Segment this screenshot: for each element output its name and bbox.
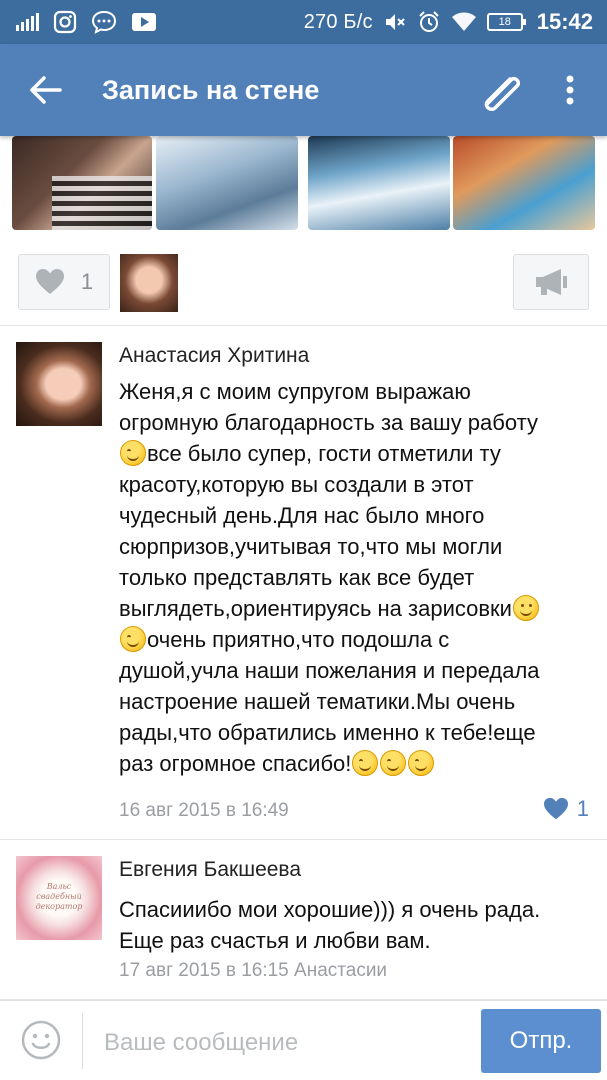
network-speed: 270 Б/с xyxy=(303,10,373,33)
emoji-button[interactable] xyxy=(20,1019,62,1061)
smile-emoji-icon xyxy=(120,626,146,652)
comment-like-count: 1 xyxy=(576,796,589,821)
divider xyxy=(82,1013,83,1069)
smile-emoji-icon xyxy=(408,750,435,776)
grin-emoji-icon xyxy=(512,595,539,621)
app-bar: Запись на стене xyxy=(0,44,607,136)
share-button[interactable] xyxy=(513,254,589,310)
post-photos xyxy=(0,136,607,236)
send-button[interactable]: Отпр. xyxy=(481,1009,601,1073)
smile-emoji-icon xyxy=(380,750,407,776)
post-photo[interactable] xyxy=(156,136,298,230)
comment-date: 17 авг 2015 в 16:15 Анастасии xyxy=(119,960,388,981)
smile-emoji-icon xyxy=(120,440,146,466)
liker-avatar[interactable] xyxy=(120,254,178,312)
avatar[interactable] xyxy=(16,342,102,426)
avatar-logo-text: Вальс свадебный декоратор xyxy=(35,882,83,911)
more-vert-icon xyxy=(566,75,574,105)
comment: Вальс свадебный декоратор Евгения Бакшее… xyxy=(0,840,607,1000)
heart-icon xyxy=(35,269,64,294)
comment-date: 16 авг 2015 в 16:49 xyxy=(119,800,289,821)
post-photo[interactable] xyxy=(308,136,450,230)
signal-icon xyxy=(16,13,39,31)
clock: 15:42 xyxy=(536,9,593,34)
comment-text: Женя,я с моим супругом выражаю огромную … xyxy=(119,379,540,776)
back-arrow-icon xyxy=(30,76,62,104)
post-photo[interactable] xyxy=(453,136,595,230)
chat-icon xyxy=(91,10,117,34)
avatar[interactable]: Вальс свадебный декоратор xyxy=(16,856,102,940)
post-actions: 1 xyxy=(0,236,607,326)
wifi-icon xyxy=(451,11,477,33)
message-composer: Отпр. xyxy=(0,1000,607,1080)
alarm-icon xyxy=(417,10,441,34)
like-count: 1 xyxy=(80,269,94,294)
like-button[interactable]: 1 xyxy=(18,254,110,310)
smiley-icon xyxy=(21,1020,61,1060)
message-input[interactable] xyxy=(104,1023,464,1063)
comment-author[interactable]: Анастасия Хритина xyxy=(119,344,309,368)
mute-icon xyxy=(383,10,407,34)
battery-icon: 18 xyxy=(486,13,526,31)
page-title: Запись на стене xyxy=(102,75,320,105)
back-button[interactable] xyxy=(24,70,68,110)
megaphone-icon xyxy=(536,269,567,295)
youtube-icon xyxy=(131,11,157,33)
comment: Анастасия Хритина Женя,я с моим супругом… xyxy=(0,326,607,840)
comment-author[interactable]: Евгения Бакшеева xyxy=(119,858,301,882)
comment-text: Спасииибо мои хорошие))) я очень рада. Е… xyxy=(119,897,541,953)
instagram-icon xyxy=(53,10,77,34)
status-bar: 270 Б/с 18 15:42 xyxy=(0,0,607,44)
paperclip-icon xyxy=(484,76,521,112)
heart-icon xyxy=(543,797,568,820)
comment-like-button[interactable]: 1 xyxy=(543,796,589,822)
smile-emoji-icon xyxy=(352,750,379,776)
attach-button[interactable] xyxy=(473,66,527,114)
post-photo[interactable] xyxy=(12,136,152,230)
more-options-button[interactable] xyxy=(555,70,585,110)
